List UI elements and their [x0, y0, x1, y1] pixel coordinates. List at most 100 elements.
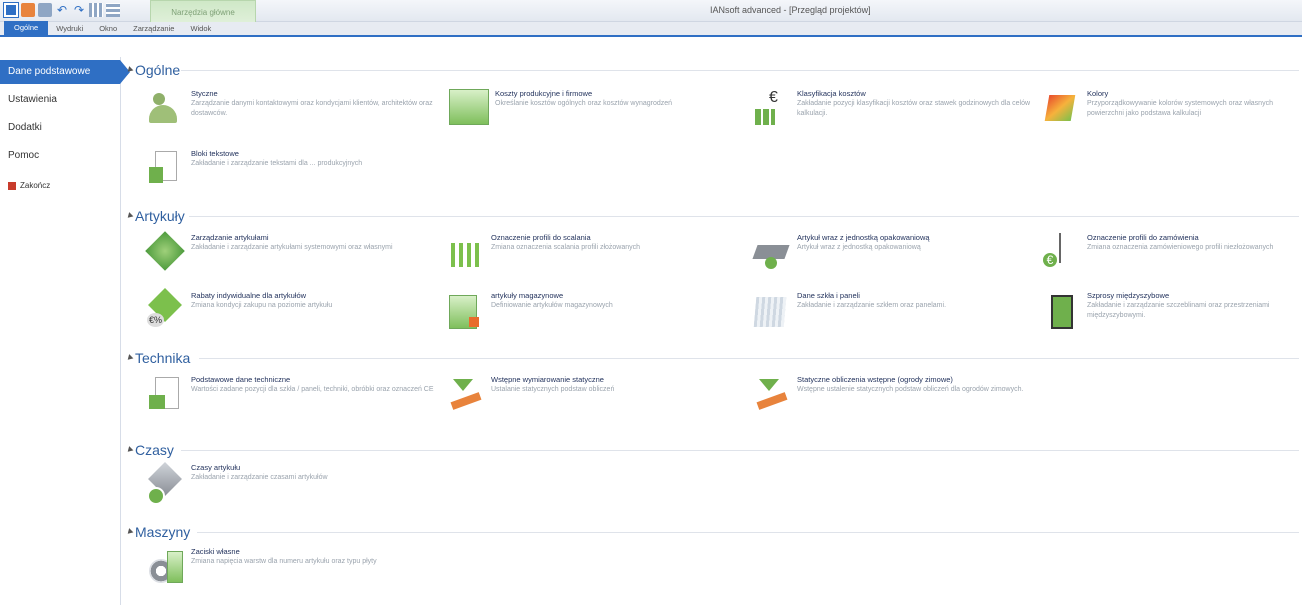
item-text: Statyczne obliczenia wstępne (ogrody zim… — [797, 375, 1047, 415]
item-desc: Zakładanie i zarządzanie czasami artykuł… — [191, 474, 328, 481]
item-zaciski-wlasne[interactable]: Zaciski własne Zmiana napięcia warstw dl… — [145, 547, 445, 587]
divider — [189, 216, 1299, 217]
item-wstepne-wymiarowanie[interactable]: Wstępne wymiarowanie statyczne Ustalanie… — [445, 375, 745, 415]
item-dane-szkla-paneli[interactable]: Dane szkła i paneli Zakładanie i zarządz… — [751, 291, 1051, 331]
item-desc: Zakładanie i zarządzanie artykułami syst… — [191, 244, 393, 251]
sidebar: Dane podstawowe Ustawienia Dodatki Pomoc… — [0, 57, 130, 605]
pallet-icon — [751, 233, 791, 273]
item-desc: Zmiana kondycji zakupu na poziomie artyk… — [191, 302, 333, 309]
clamp-icon — [145, 547, 185, 587]
redo-icon[interactable]: ↷ — [72, 3, 86, 17]
item-desc: Definiowanie artykułów magazynowych — [491, 302, 613, 309]
main-panel: Ogólne Styczne Zarządzanie danymi kontak… — [121, 57, 1302, 605]
colors-icon — [1041, 89, 1081, 129]
tab-ogolne[interactable]: Ogólne — [4, 21, 49, 35]
item-title: Dane szkła i paneli — [797, 291, 860, 300]
item-rabaty-indywidualne[interactable]: Rabaty indywidualne dla artykułów Zmiana… — [145, 291, 445, 331]
exit-icon — [8, 182, 16, 190]
sidebar-item-dodatki[interactable]: Dodatki — [0, 116, 120, 140]
item-kolory[interactable]: Kolory Przyporządkowywanie kolorów syste… — [1041, 89, 1302, 129]
item-text: Kolory Przyporządkowywanie kolorów syste… — [1087, 89, 1297, 129]
item-artykul-jednostka-opakowaniowa[interactable]: Artykuł wraz z jednostką opakowaniową Ar… — [751, 233, 1051, 273]
layout-icon[interactable] — [106, 3, 120, 17]
item-desc: Przyporządkowywanie kolorów systemowych … — [1087, 100, 1273, 117]
item-title: Oznaczenie profili do zamówienia — [1087, 233, 1199, 242]
collapse-icon — [125, 66, 134, 74]
item-desc: Zmiana oznaczenia scalania profili złożo… — [491, 244, 641, 251]
sidebar-item-ustawienia[interactable]: Ustawienia — [0, 88, 120, 112]
item-title: Styczne — [191, 89, 218, 98]
item-text: Oznaczenie profili do zamówienia Zmiana … — [1087, 233, 1297, 273]
item-desc: Zakładanie i zarządzanie tekstami dla ..… — [191, 160, 363, 167]
item-oznaczenie-profili-scalania[interactable]: Oznaczenie profili do scalania Zmiana oz… — [445, 233, 745, 273]
discount-icon — [145, 291, 185, 331]
item-title: Statyczne obliczenia wstępne (ogrody zim… — [797, 375, 953, 384]
item-czasy-artykulu[interactable]: Czasy artykułu Zakładanie i zarządzanie … — [145, 463, 445, 505]
tab-okno[interactable]: Okno — [91, 22, 125, 35]
item-text: Rabaty indywidualne dla artykułów Zmiana… — [191, 291, 441, 331]
item-styczne[interactable]: Styczne Zarządzanie danymi kontaktowymi … — [145, 89, 445, 129]
item-title: Szprosy międzyszybowe — [1087, 291, 1170, 300]
item-desc: Artykuł wraz z jednostką opakowaniową — [797, 244, 921, 251]
item-desc: Zakładanie i zarządzanie szczeblinami or… — [1087, 302, 1270, 319]
item-zarzadzanie-artykulami[interactable]: Zarządzanie artykułami Zakładanie i zarz… — [145, 233, 445, 273]
tech-data-icon — [145, 375, 185, 415]
item-title: Rabaty indywidualne dla artykułów — [191, 291, 307, 300]
section-czasy[interactable]: Czasy — [125, 441, 174, 459]
item-desc: Zakładanie i zarządzanie szkłem oraz pan… — [797, 302, 947, 309]
undo-icon[interactable]: ↶ — [55, 3, 69, 17]
collapse-icon — [125, 212, 134, 220]
app-icon[interactable] — [3, 2, 19, 18]
item-title: Bloki tekstowe — [191, 149, 239, 158]
item-text: Czasy artykułu Zakładanie i zarządzanie … — [191, 463, 441, 503]
item-title: artykuły magazynowe — [491, 291, 564, 300]
item-text: Klasyfikacja kosztów Zakładanie pozycji … — [797, 89, 1047, 129]
item-title: Oznaczenie profili do scalania — [491, 233, 591, 242]
tab-wydruki[interactable]: Wydruki — [48, 22, 91, 35]
winter-garden-icon — [751, 375, 791, 415]
collapse-icon — [125, 354, 134, 362]
section-maszyny[interactable]: Maszyny — [125, 523, 190, 541]
grid-icon[interactable] — [89, 3, 103, 17]
item-text: Zaciski własne Zmiana napięcia warstw dl… — [191, 547, 441, 587]
sidebar-item-dane-podstawowe[interactable]: Dane podstawowe — [0, 60, 130, 84]
ribbon-tabs: Ogólne Wydruki Okno Zarządzanie Widok — [0, 21, 1302, 37]
cost-chart-icon — [751, 89, 791, 129]
item-szprosy-miedzyszybowe[interactable]: Szprosy międzyszybowe Zakładanie i zarzą… — [1041, 291, 1302, 331]
tab-zarzadzanie[interactable]: Zarządzanie — [125, 22, 182, 35]
item-title: Wstępne wymiarowanie statyczne — [491, 375, 604, 384]
print-icon[interactable] — [38, 3, 52, 17]
divider — [197, 532, 1299, 533]
item-artykuly-magazynowe[interactable]: artykuły magazynowe Definiowanie artykuł… — [445, 291, 745, 331]
section-title: Artykuły — [135, 208, 185, 224]
item-desc: Zmiana napięcia warstw dla numeru artyku… — [191, 558, 377, 565]
item-title: Klasyfikacja kosztów — [797, 89, 866, 98]
tab-widok[interactable]: Widok — [182, 22, 219, 35]
save-icon[interactable] — [21, 3, 35, 17]
cubes-icon — [145, 233, 185, 273]
static-icon — [445, 375, 485, 415]
section-technika[interactable]: Technika — [125, 349, 191, 367]
sidebar-item-pomoc[interactable]: Pomoc — [0, 144, 120, 168]
item-title: Kolory — [1087, 89, 1109, 98]
item-klasyfikacja-kosztow[interactable]: Klasyfikacja kosztów Zakładanie pozycji … — [751, 89, 1051, 129]
app-window: ↶ ↷ Narzędzia główne IANsoft advanced - … — [0, 0, 1302, 605]
item-oznaczenie-profili-zamowienia[interactable]: Oznaczenie profili do zamówienia Zmiana … — [1041, 233, 1302, 273]
section-artykuly[interactable]: Artykuły — [125, 207, 185, 225]
item-desc: Określanie kosztów ogólnych oraz kosztów… — [495, 100, 673, 107]
exit-button[interactable]: Zakończ — [0, 174, 120, 198]
item-podstawowe-dane-techniczne[interactable]: Podstawowe dane techniczne Wartości zada… — [145, 375, 445, 415]
section-ogolne[interactable]: Ogólne — [125, 61, 180, 79]
section-title: Technika — [135, 350, 191, 366]
item-text: Dane szkła i paneli Zakładanie i zarządz… — [797, 291, 1047, 331]
item-bloki-tekstowe[interactable]: Bloki tekstowe Zakładanie i zarządzanie … — [145, 149, 445, 189]
users-icon — [145, 89, 185, 129]
item-ogrody-zimowe[interactable]: Statyczne obliczenia wstępne (ogrody zim… — [751, 375, 1051, 415]
item-koszty-produkcyjne[interactable]: Koszty produkcyjne i firmowe Określanie … — [445, 89, 745, 125]
text-blocks-icon — [145, 149, 185, 189]
divider — [199, 358, 1299, 359]
quick-access-toolbar: ↶ ↷ — [3, 2, 120, 18]
item-desc: Zakładanie pozycji klasyfikacji kosztów … — [797, 100, 1031, 117]
item-text: Podstawowe dane techniczne Wartości zada… — [191, 375, 441, 415]
item-title: Koszty produkcyjne i firmowe — [495, 89, 593, 98]
